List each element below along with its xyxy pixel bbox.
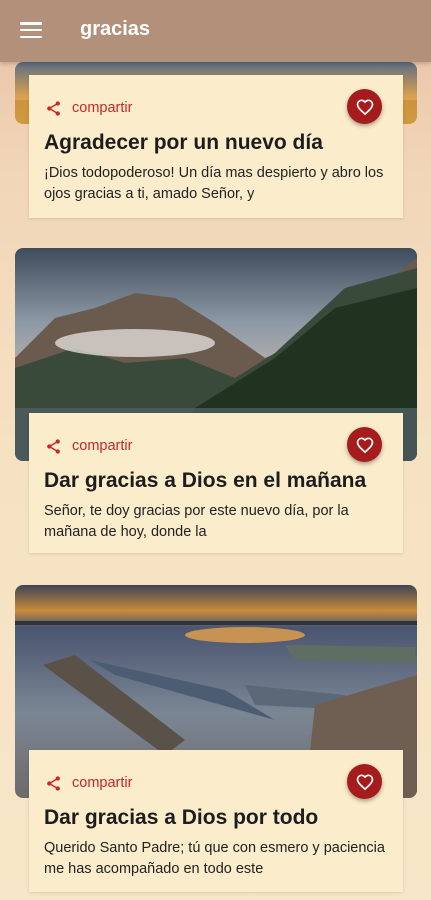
share-icon <box>47 100 60 116</box>
app-bar: gracias <box>0 0 431 62</box>
share-label: compartir <box>72 438 133 454</box>
share-button[interactable]: compartir <box>45 437 132 455</box>
heart-icon <box>356 773 373 790</box>
favorite-button[interactable] <box>347 427 382 462</box>
card-title: Dar gracias a Dios por todo <box>44 806 319 829</box>
share-label: compartir <box>72 775 133 791</box>
hamburger-menu-icon[interactable] <box>20 22 42 39</box>
app-bar-title: gracias <box>80 18 151 40</box>
heart-icon <box>356 98 373 115</box>
card-title: Agradecer por un nuevo día <box>44 131 323 154</box>
prayer-card[interactable]: compartir Dar gracias a Dios por todo Qu… <box>29 750 403 892</box>
favorite-button[interactable] <box>347 89 382 124</box>
heart-icon <box>356 436 373 453</box>
prayer-card[interactable]: compartir Dar gracias a Dios en el mañan… <box>29 413 403 553</box>
share-icon <box>47 438 60 454</box>
card-excerpt: Querido Santo Padre; tú que con esmero y… <box>44 840 385 877</box>
favorite-button[interactable] <box>347 764 382 799</box>
share-icon <box>47 775 60 791</box>
prayer-card[interactable]: compartir Agradecer por un nuevo día ¡Di… <box>29 75 403 218</box>
card-title: Dar gracias a Dios en el mañana <box>44 469 367 492</box>
share-button[interactable]: compartir <box>45 774 132 792</box>
share-button[interactable]: compartir <box>45 99 132 117</box>
share-label: compartir <box>72 100 133 116</box>
card-excerpt: Señor, te doy gracias por este nuevo día… <box>44 503 349 540</box>
card-excerpt: ¡Dios todopoderoso! Un día mas despierto… <box>44 165 384 202</box>
